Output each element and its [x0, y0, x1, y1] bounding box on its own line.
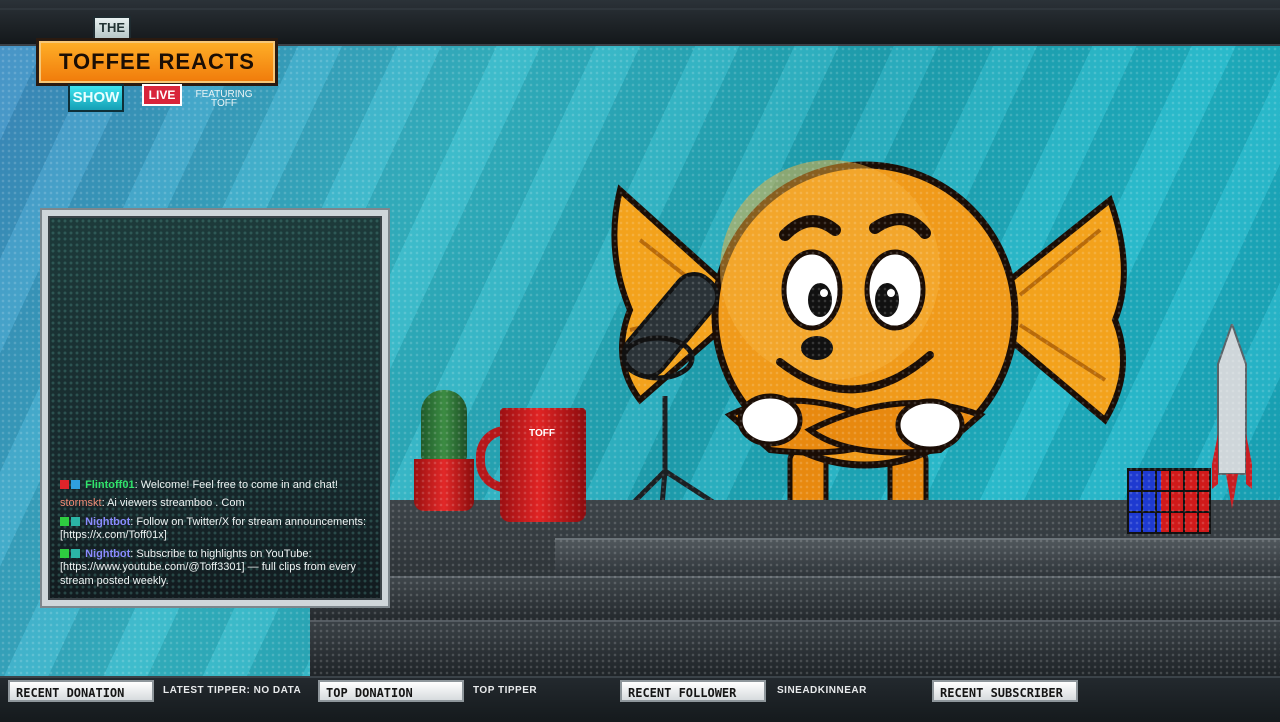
chat-message: Nightbot: Subscribe to highlights on You… — [60, 548, 372, 589]
show-logo: THE TOFFEE REACTS SHOW LIVE FEATURING TO… — [36, 14, 278, 114]
chat-messages: Flintoff01: Welcome! Feel free to come i… — [60, 474, 372, 589]
chat-username[interactable]: Nightbot — [85, 516, 130, 528]
recent-subscriber-label[interactable]: RECENT SUBSCRIBER — [932, 680, 1078, 702]
desk-shelf — [555, 538, 1280, 580]
mug-icon — [500, 408, 586, 522]
recent-donation-label[interactable]: RECENT DONATION — [8, 680, 154, 702]
bot-badge-icon — [71, 516, 80, 526]
bot-badge-icon — [71, 548, 80, 558]
recent-follower-label[interactable]: RECENT FOLLOWER — [620, 680, 766, 702]
moderator-badge-icon — [60, 548, 69, 558]
microphone-icon — [608, 272, 752, 529]
recent-follower-name: SINEADKINNEAR — [777, 685, 867, 696]
chat-text: Ai viewers streamboo . Com — [107, 497, 245, 509]
cactus-pot — [414, 459, 474, 511]
chat-message: Nightbot: Follow on Twitter/X for stream… — [60, 516, 372, 543]
youtube-badge-icon — [60, 479, 69, 489]
logo-show: SHOW — [68, 84, 124, 112]
logo-the: THE — [93, 16, 131, 40]
chat-username[interactable]: Flintoff01 — [85, 479, 135, 491]
live-badge: LIVE — [142, 84, 182, 106]
desk-shelf — [310, 620, 1280, 676]
chat-panel: Flintoff01: Welcome! Feel free to come i… — [40, 208, 390, 608]
chat-window[interactable]: Flintoff01: Welcome! Feel free to come i… — [48, 216, 382, 600]
top-donation-label[interactable]: TOP DONATION — [318, 680, 464, 702]
latest-tipper-text: LATEST TIPPER: NO DATA — [163, 685, 302, 696]
chat-text: Welcome! Feel free to come in and chat! — [140, 478, 338, 491]
rubiks-cube-icon — [1127, 468, 1211, 534]
rocket-icon — [1212, 324, 1252, 509]
chat-message: Flintoff01: Welcome! Feel free to come i… — [60, 479, 372, 493]
chat-username[interactable]: Nightbot — [85, 548, 130, 560]
chat-username[interactable]: stormskt — [60, 497, 102, 509]
cactus-icon — [421, 390, 467, 462]
logo-title: TOFFEE REACTS — [36, 38, 278, 86]
mug-label: TOFF — [529, 428, 555, 439]
logo-featuring: FEATURING TOFF — [192, 90, 256, 109]
top-tipper-text: TOP TIPPER — [473, 685, 538, 696]
moderator-badge-icon — [60, 516, 69, 526]
logo-featuring-line2: TOFF — [211, 98, 237, 109]
verified-badge-icon — [71, 479, 80, 489]
chat-message: stormskt: Ai viewers streamboo . Com — [60, 497, 372, 511]
desk-shelf — [310, 576, 1280, 622]
